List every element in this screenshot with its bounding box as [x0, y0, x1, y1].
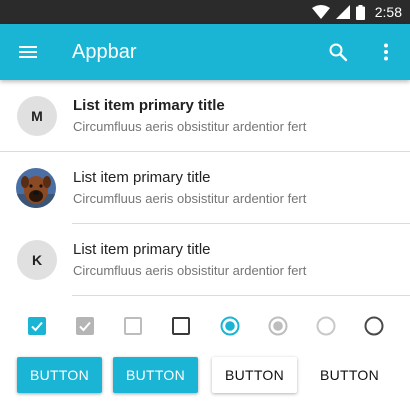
selection-controls [0, 312, 410, 340]
flat-button[interactable]: BUTTON [307, 357, 392, 393]
list-item-secondary: Circumfluus aeris obsistitur ardentior f… [73, 191, 307, 206]
radio-selected-disabled [268, 316, 288, 336]
search-icon[interactable] [326, 40, 350, 64]
raised-accent-button[interactable]: BUTTON [17, 357, 102, 393]
list-item[interactable]: K List item primary title Circumfluus ae… [0, 224, 410, 296]
checkbox-unchecked-disabled [124, 317, 142, 335]
divider [72, 295, 410, 296]
checkbox-checked-disabled [76, 317, 94, 335]
checkbox-unchecked[interactable] [172, 317, 190, 335]
list-item-secondary: Circumfluus aeris obsistitur ardentior f… [73, 263, 307, 278]
more-vert-icon[interactable] [374, 40, 398, 64]
appbar-title: Appbar [72, 41, 137, 63]
list-item-secondary: Circumfluus aeris obsistitur ardentior f… [73, 119, 307, 134]
radio-unselected-disabled [316, 316, 336, 336]
checkbox-checked[interactable] [28, 317, 46, 335]
dog-photo-icon [16, 168, 56, 208]
list-item[interactable]: M List item primary title Circumfluus ae… [0, 80, 410, 152]
signal-icon [335, 5, 350, 19]
avatar: K [17, 240, 57, 280]
status-bar: 2:58 [0, 0, 410, 24]
menu-icon[interactable] [16, 40, 40, 64]
radio-selected[interactable] [220, 316, 240, 336]
wifi-icon [311, 5, 330, 19]
raised-accent-button-2[interactable]: BUTTON [113, 357, 198, 393]
list-item-primary: List item primary title [73, 241, 211, 258]
avatar: M [17, 96, 57, 136]
dog-photo-avatar [16, 168, 56, 208]
list-item[interactable]: List item primary title Circumfluus aeri… [0, 152, 410, 224]
list-item-primary: List item primary title [73, 169, 211, 186]
raised-plain-button[interactable]: BUTTON [212, 357, 297, 393]
status-icons: 2:58 [311, 0, 402, 24]
battery-icon [355, 4, 365, 20]
radio-unselected[interactable] [364, 316, 384, 336]
status-time: 2:58 [374, 4, 402, 20]
list-item-primary: List item primary title [73, 97, 225, 114]
appbar: Appbar [0, 24, 410, 80]
